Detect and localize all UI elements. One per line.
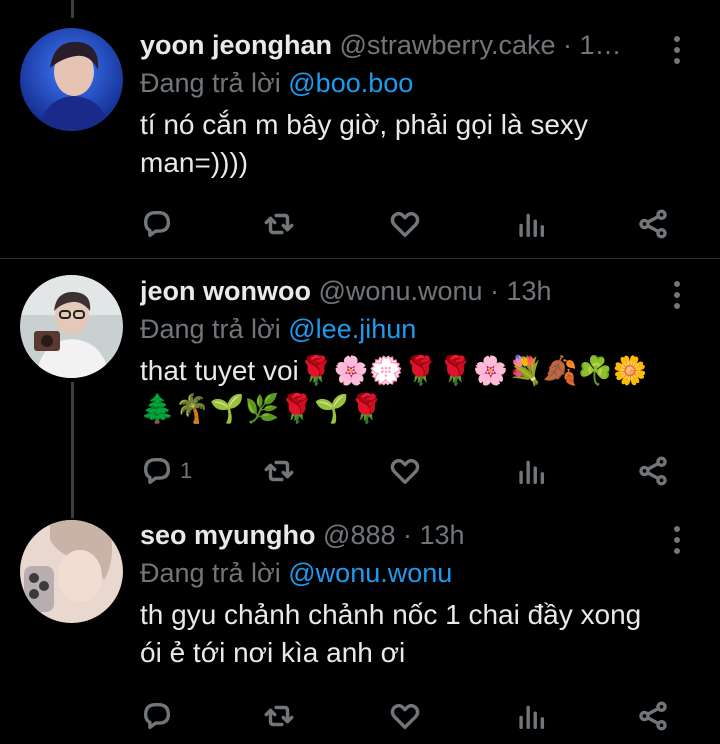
replying-to-mention[interactable]: @boo.boo: [288, 68, 413, 98]
tweet-header: jeon wonwoo @wonu.wonu · 13h: [140, 274, 670, 308]
display-name[interactable]: jeon wonwoo: [140, 276, 311, 306]
more-vertical-icon: [674, 526, 680, 532]
replying-to-label: Đang trả lời: [140, 558, 289, 588]
avatar[interactable]: [20, 275, 123, 378]
handle[interactable]: @888: [323, 520, 395, 550]
tweet-body: jeon wonwoo @wonu.wonu · 13h Đang trả lờ…: [140, 274, 670, 428]
avatar[interactable]: [20, 28, 123, 131]
tweet-text: tí nó cắn m bây giờ, phải gọi là sexy ma…: [140, 109, 588, 178]
replying-to: Đang trả lời @lee.jihun: [140, 312, 670, 346]
views-icon: [519, 460, 545, 485]
heart-icon: [390, 211, 420, 238]
retweet-button[interactable]: [262, 204, 296, 244]
tweet-text: that tuyet voi🌹🌸💮🌹🌹🌸💐🍂☘️🌼🌲🌴🌱🌿🌹🌱🌹: [140, 355, 648, 424]
replying-to-label: Đang trả lời: [140, 68, 289, 98]
reply-icon: [143, 702, 171, 730]
tweet-actions: [140, 204, 680, 244]
views-icon: [519, 213, 545, 238]
retweet-icon: [264, 460, 294, 482]
timestamp[interactable]: 13h: [420, 520, 465, 550]
tweet-body: seo myungho @888 · 13h Đang trả lời @won…: [140, 518, 670, 672]
heart-icon: [390, 703, 420, 730]
share-icon: [639, 701, 667, 731]
reply-button[interactable]: [140, 204, 180, 244]
avatar-image: [20, 28, 123, 131]
reply-button[interactable]: 1: [140, 451, 192, 491]
reply-icon: [143, 210, 171, 238]
tweet-actions: 1: [140, 451, 680, 491]
share-icon: [639, 456, 667, 486]
tweet-header: seo myungho @888 · 13h: [140, 518, 670, 552]
share-icon: [639, 209, 667, 239]
share-button[interactable]: [636, 204, 670, 244]
more-vertical-icon: [674, 36, 680, 42]
time-separator: ·: [395, 520, 420, 550]
views-button[interactable]: [514, 696, 548, 736]
like-button[interactable]: [388, 451, 422, 491]
time-separator: ·: [555, 30, 580, 60]
retweet-icon: [264, 705, 294, 727]
retweet-button[interactable]: [262, 451, 296, 491]
timestamp[interactable]: 1…: [579, 30, 621, 60]
more-vertical-icon: [674, 281, 680, 287]
tweet[interactable]: seo myungho @888 · 13h Đang trả lời @won…: [0, 504, 720, 744]
views-icon: [519, 705, 545, 730]
avatar-image: [20, 520, 123, 623]
handle[interactable]: @strawberry.cake: [340, 30, 556, 60]
reply-icon: [143, 457, 171, 485]
views-button[interactable]: [514, 451, 548, 491]
avatar[interactable]: [20, 520, 123, 623]
timestamp[interactable]: 13h: [507, 276, 552, 306]
avatar-image: [20, 275, 123, 378]
retweet-button[interactable]: [262, 696, 296, 736]
views-button[interactable]: [514, 204, 548, 244]
like-button[interactable]: [388, 696, 422, 736]
time-separator: ·: [482, 276, 507, 306]
tweet-text: th gyu chảnh chảnh nốc 1 chai đầy xong ó…: [140, 599, 642, 668]
tweet[interactable]: jeon wonwoo @wonu.wonu · 13h Đang trả lờ…: [0, 259, 720, 504]
share-button[interactable]: [636, 696, 670, 736]
display-name[interactable]: seo myungho: [140, 520, 316, 550]
replying-to: Đang trả lời @boo.boo: [140, 66, 670, 100]
more-options-button[interactable]: [672, 526, 682, 554]
replying-to-mention[interactable]: @wonu.wonu: [288, 558, 452, 588]
retweet-icon: [264, 213, 294, 235]
reply-button[interactable]: [140, 696, 180, 736]
reply-feed: yoon jeonghan @strawberry.cake · 1… Đang…: [0, 0, 720, 744]
replying-to: Đang trả lời @wonu.wonu: [140, 556, 670, 590]
replying-to-mention[interactable]: @lee.jihun: [288, 314, 416, 344]
tweet-actions: [140, 696, 680, 736]
share-button[interactable]: [636, 451, 670, 491]
tweet[interactable]: yoon jeonghan @strawberry.cake · 1… Đang…: [0, 0, 720, 258]
replying-to-label: Đang trả lời: [140, 314, 289, 344]
like-button[interactable]: [388, 204, 422, 244]
more-options-button[interactable]: [672, 36, 682, 64]
reply-count: 1: [180, 458, 193, 483]
heart-icon: [390, 458, 420, 485]
display-name[interactable]: yoon jeonghan: [140, 30, 332, 60]
tweet-header: yoon jeonghan @strawberry.cake · 1…: [140, 28, 670, 62]
more-options-button[interactable]: [672, 281, 682, 309]
tweet-body: yoon jeonghan @strawberry.cake · 1… Đang…: [140, 28, 670, 182]
handle[interactable]: @wonu.wonu: [319, 276, 483, 306]
